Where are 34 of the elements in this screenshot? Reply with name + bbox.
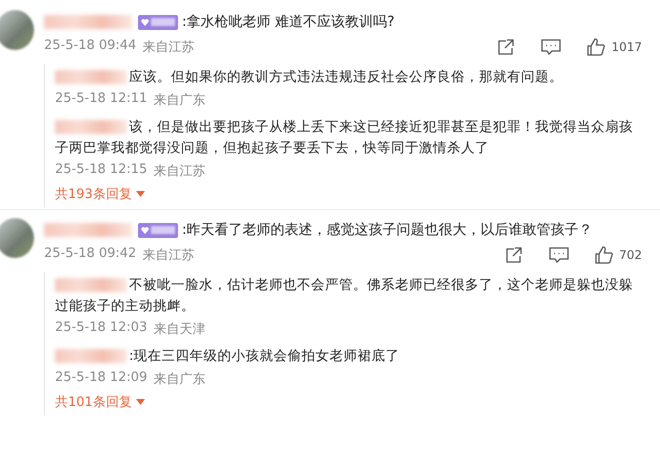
reply-location: 来自江苏 [153, 163, 206, 180]
thumbs-up-icon[interactable] [595, 246, 614, 264]
comment-icon[interactable] [541, 38, 562, 56]
caret-down-icon [136, 191, 145, 197]
reply-time: 25-5-18 12:11 [55, 91, 148, 108]
reply-text: 应该。但如果你的教训方式违法违规违反社会公序良俗，那就有问题。 [55, 67, 642, 88]
share-icon[interactable] [497, 38, 516, 56]
like-count: 702 [619, 248, 642, 262]
share-icon[interactable] [505, 246, 524, 264]
reply-time: 25-5-18 12:09 [55, 370, 148, 387]
avatar-placeholder[interactable] [0, 10, 34, 50]
comment-time: 25-5-18 09:44 [44, 38, 136, 55]
caret-down-icon [136, 399, 145, 405]
comment-icon[interactable] [549, 246, 570, 264]
reply-location: 来自广东 [153, 371, 206, 388]
thumbs-up-icon[interactable] [587, 38, 606, 56]
fan-badge-icon [138, 222, 178, 238]
reply-time: 25-5-18 12:15 [55, 162, 148, 179]
comment-text: :拿水枪呲老师 难道不应该教训吗? [182, 13, 395, 31]
like-count: 1017 [611, 40, 642, 54]
comment-text: :昨天看了老师的表述，感觉这孩子问题也很大，以后谁敢管孩子？ [182, 221, 593, 239]
reply-location: 来自广东 [153, 92, 206, 109]
comment-time: 25-5-18 09:42 [44, 246, 136, 263]
reply-time: 25-5-18 12:03 [55, 320, 148, 337]
comment-location: 来自江苏 [142, 247, 194, 264]
fan-badge-icon [138, 14, 178, 30]
reply-text: :现在三四年级的小孩就会偷拍女老师裙底了 [55, 346, 642, 367]
reply-text: 该，但是做出要把孩子从楼上丢下来这已经接近犯罪甚至是犯罪！我觉得当众扇孩子两巴掌我都觉得没问题，但抱起孩子要丢下去，快等同于激情杀人了 [55, 118, 634, 158]
comment-location: 来自江苏 [142, 39, 194, 56]
reply-text: 不被呲一脸水，估计老师也不会严管。佛系老师已经很多了，这个老师是躲也没躲过能孩子的主动挑衅。 [55, 276, 634, 316]
reply-location: 来自天津 [153, 321, 206, 338]
more-replies-link[interactable]: 共193条回复 [55, 185, 145, 207]
avatar-placeholder[interactable] [0, 218, 34, 258]
more-replies-link[interactable]: 共101条回复 [55, 393, 145, 415]
